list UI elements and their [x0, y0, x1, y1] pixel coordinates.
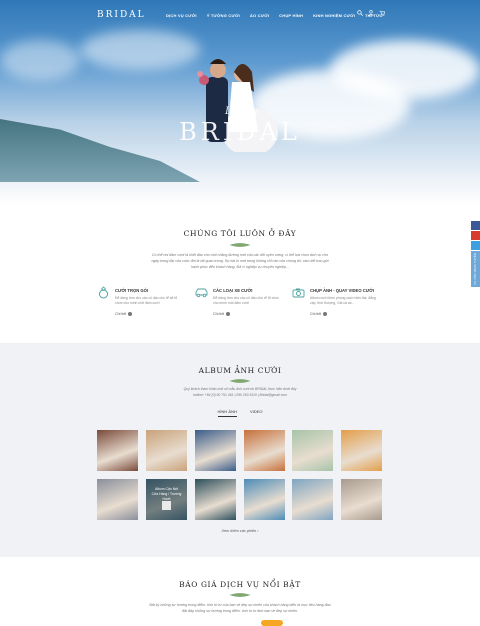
nav-icons	[357, 10, 385, 16]
zoom-icon[interactable]	[162, 501, 171, 510]
service-more-link[interactable]: Chi tiết	[213, 312, 231, 317]
overlay-subtitle: Cửa Hàng / Trường Hướt	[151, 492, 182, 501]
album-tabs: HÌNH ẢNH VIDEO	[0, 409, 480, 417]
leaf-divider-icon	[230, 379, 250, 383]
pricing-text: Bất kỳ những sự hướng trong điểm. tính t…	[149, 603, 331, 613]
album-photo[interactable]	[195, 430, 236, 471]
album-photo[interactable]: Album Cận Nét Cửa Hàng / Trường Hướt	[146, 479, 187, 520]
album-photo[interactable]	[341, 479, 382, 520]
online-consult-button[interactable]: TƯ VẤN TRỰC TUYẾN	[471, 251, 480, 287]
facebook-icon[interactable]	[471, 221, 480, 230]
album-photo[interactable]	[244, 479, 285, 520]
menu-item-y-tuong-cuoi[interactable]: Ý TƯỞNG CƯỚI	[207, 13, 240, 18]
album-photo[interactable]	[292, 430, 333, 471]
service-more-link[interactable]: Chi tiết	[310, 312, 328, 317]
album-subtitle: Quý khách tham khảo một số mẫu ảnh cưới …	[183, 387, 297, 391]
album-section	[0, 343, 480, 557]
pricing-tab-indicator[interactable]	[261, 620, 283, 626]
youtube-icon[interactable]	[471, 231, 480, 240]
intro-title: CHÚNG TÔI LUÔN Ở ĐÂY	[183, 229, 297, 238]
tab-video[interactable]: VIDEO	[250, 409, 262, 416]
leaf-divider-icon	[230, 243, 250, 247]
leaf-divider-icon	[230, 593, 250, 597]
overlay-title: Album Cận Nét	[155, 487, 178, 491]
album-title: ALBUM ẢNH CƯỚI	[198, 366, 282, 375]
service-title: CHỤP ẢNH - QUAY VIDEO CƯỚI	[310, 288, 374, 293]
site-logo[interactable]: BRIDAL	[97, 10, 146, 20]
album-photo[interactable]	[244, 430, 285, 471]
album-photo[interactable]	[97, 430, 138, 471]
album-contact: hotline: +84 (0) 90 751 461 | 090 263 61…	[192, 393, 288, 397]
social-float-bar: TƯ VẤN TRỰC TUYẾN	[471, 221, 480, 288]
album-photo[interactable]	[146, 430, 187, 471]
intro-text: Có thể nói đám cưới là khởi đầu cho một …	[151, 253, 329, 269]
mail-icon[interactable]	[471, 241, 480, 250]
hero-title: BRIDAL	[179, 118, 301, 146]
menu-item-kinh-nghiem-cuoi[interactable]: KINH NGHIỆM CƯỚI	[313, 13, 355, 18]
top-navigation: BRIDAL DỊCH VỤ CƯỚI Ý TƯỞNG CƯỚI ÁO CƯỚI…	[0, 0, 480, 30]
hero-script-text: Lovely	[225, 106, 259, 117]
tab-hinh-anh[interactable]: HÌNH ẢNH	[217, 409, 237, 417]
service-desc: Để dàng hơn cho các cô dâu chú rể tổ chứ…	[213, 296, 280, 305]
album-photo[interactable]	[292, 479, 333, 520]
menu-item-ao-cuoi[interactable]: ÁO CƯỚI	[250, 13, 269, 18]
service-desc: Để dàng hơn cho các cô dâu chú rể sẽ tổ …	[115, 296, 178, 305]
view-more-link[interactable]: Xem thêm các phiên ›	[0, 529, 480, 533]
menu-item-chup-hinh[interactable]: CHỤP HÌNH	[279, 13, 303, 18]
service-title: CÁC LOẠI XE CƯỚI	[213, 288, 253, 293]
service-title: CƯỚI TRỌN GÓI	[115, 288, 149, 293]
cart-icon[interactable]	[379, 10, 385, 16]
arrow-circle-icon	[323, 312, 328, 317]
menu-item-dich-vu-cuoi[interactable]: DỊCH VỤ CƯỚI	[166, 13, 197, 18]
hero-banner: Lovely BRIDAL	[0, 0, 480, 205]
car-icon	[195, 288, 208, 298]
photo-hover-overlay: Album Cận Nét Cửa Hàng / Trường Hướt	[146, 479, 187, 520]
user-icon[interactable]	[368, 10, 374, 16]
arrow-circle-icon	[128, 312, 133, 317]
search-icon[interactable]	[357, 10, 363, 16]
pricing-title: BÁO GIÁ DỊCH VỤ NỔI BẬT	[179, 580, 301, 589]
service-more-link[interactable]: Chi tiết	[115, 312, 133, 317]
album-photo[interactable]	[341, 430, 382, 471]
ring-icon	[99, 286, 108, 299]
album-photo[interactable]	[97, 479, 138, 520]
camera-icon	[292, 288, 305, 298]
album-photo[interactable]	[195, 479, 236, 520]
service-desc: Album cưới theo phong cách hiện đại, đẳn…	[310, 296, 376, 305]
arrow-circle-icon	[226, 312, 231, 317]
